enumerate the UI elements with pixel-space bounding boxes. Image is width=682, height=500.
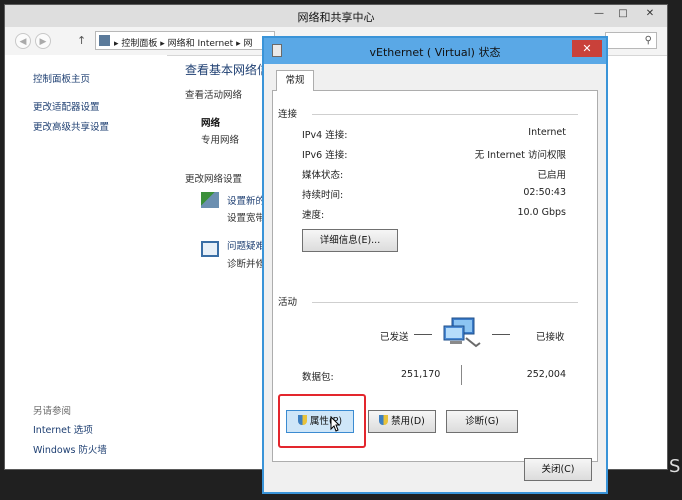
minimize-button[interactable]: — xyxy=(589,7,609,21)
network-type: 专用网络 xyxy=(201,135,240,146)
troubleshoot-icon xyxy=(201,241,219,257)
speed-label: 速度: xyxy=(302,210,325,221)
speed-value: 10.0 Gbps xyxy=(517,207,566,218)
change-adapter-settings-link[interactable]: 更改适配器设置 xyxy=(33,99,100,113)
packets-sent-value: 251,170 xyxy=(401,369,441,380)
duration-label: 持续时间: xyxy=(302,190,344,201)
dialog-close-button[interactable]: ✕ xyxy=(572,40,602,57)
close-dialog-button[interactable]: 关闭(C) xyxy=(524,458,592,481)
see-also-heading: 另请参阅 xyxy=(33,406,72,417)
change-settings-heading: 更改网络设置 xyxy=(185,174,243,185)
connection-group-label: 连接 xyxy=(278,109,298,120)
up-arrow-icon[interactable]: ↑ xyxy=(77,34,86,47)
media-state-label: 媒体状态: xyxy=(302,170,344,181)
control-panel-icon xyxy=(99,35,110,46)
disable-button[interactable]: 禁用(D) xyxy=(368,410,436,433)
media-state-value: 已启用 xyxy=(537,170,566,181)
packets-divider xyxy=(461,365,462,385)
windows-firewall-link[interactable]: Windows 防火墙 xyxy=(33,442,107,456)
control-panel-home-link[interactable]: 控制面板主页 xyxy=(33,71,90,85)
divider xyxy=(312,114,578,115)
dialog-title: vEthernet ( Virtual) 状态 xyxy=(369,46,501,59)
search-input[interactable]: ⚲ xyxy=(605,32,657,49)
search-icon[interactable]: ⚲ xyxy=(645,35,652,46)
window-titlebar[interactable]: 网络和共享中心 — □ ✕ xyxy=(5,5,667,27)
annotation-highlight-box xyxy=(278,394,366,448)
ipv4-label: IPv4 连接: xyxy=(302,130,348,141)
back-icon[interactable]: ◀ xyxy=(15,33,31,49)
internet-options-link[interactable]: Internet 选项 xyxy=(33,422,93,436)
packets-received-value: 252,004 xyxy=(526,369,566,380)
duration-value: 02:50:43 xyxy=(523,187,566,198)
breadcrumb[interactable]: ▸ 控制面板 ▸ 网络和 Internet ▸ 网 xyxy=(114,36,252,49)
maximize-button[interactable]: □ xyxy=(613,7,633,21)
troubleshoot-link[interactable]: 问题疑难 xyxy=(227,238,265,252)
setup-connection-description: 设置宽带 xyxy=(227,213,266,224)
network-setup-icon xyxy=(201,192,219,208)
sent-label: 已发送 xyxy=(380,332,409,343)
received-label: 已接收 xyxy=(536,332,565,343)
packets-label: 数据包: xyxy=(302,372,334,383)
dialog-titlebar[interactable]: vEthernet ( Virtual) 状态 ✕ xyxy=(264,38,606,64)
close-button[interactable]: ✕ xyxy=(637,7,663,21)
troubleshoot-description: 诊断并修 xyxy=(227,259,266,270)
active-networks-heading: 查看活动网络 xyxy=(185,90,243,101)
sent-line xyxy=(414,334,432,335)
received-line xyxy=(492,334,510,335)
forward-icon[interactable]: ▶ xyxy=(35,33,51,49)
setup-connection-link[interactable]: 设置新的 xyxy=(227,193,265,207)
window-title: 网络和共享中心 xyxy=(297,11,375,24)
mouse-cursor-icon xyxy=(330,416,340,432)
disable-button-label: 禁用(D) xyxy=(391,416,425,427)
status-dialog: vEthernet ( Virtual) 状态 ✕ 常规 连接 IPv4 连接:… xyxy=(262,36,608,494)
page-title: 查看基本网络信 xyxy=(185,63,270,77)
details-button[interactable]: 详细信息(E)... xyxy=(302,229,398,252)
address-bar[interactable]: ▸ 控制面板 ▸ 网络和 Internet ▸ 网 xyxy=(95,31,275,50)
ipv6-value: 无 Internet 访问权限 xyxy=(474,150,566,161)
network-name: 网络 xyxy=(201,118,221,129)
activity-group-label: 活动 xyxy=(278,297,298,308)
uac-shield-icon xyxy=(379,415,389,425)
ipv6-label: IPv6 连接: xyxy=(302,150,348,161)
ipv4-value: Internet xyxy=(528,127,566,138)
background-text-fragment: S xyxy=(669,456,681,477)
divider xyxy=(312,302,578,303)
advanced-sharing-settings-link[interactable]: 更改高级共享设置 xyxy=(33,119,109,133)
tab-general[interactable]: 常规 xyxy=(276,70,314,91)
left-pane: 控制面板主页 更改适配器设置 更改高级共享设置 另请参阅 Internet 选项… xyxy=(5,55,167,469)
diagnose-button[interactable]: 诊断(G) xyxy=(446,410,518,433)
network-computers-icon xyxy=(443,317,481,348)
